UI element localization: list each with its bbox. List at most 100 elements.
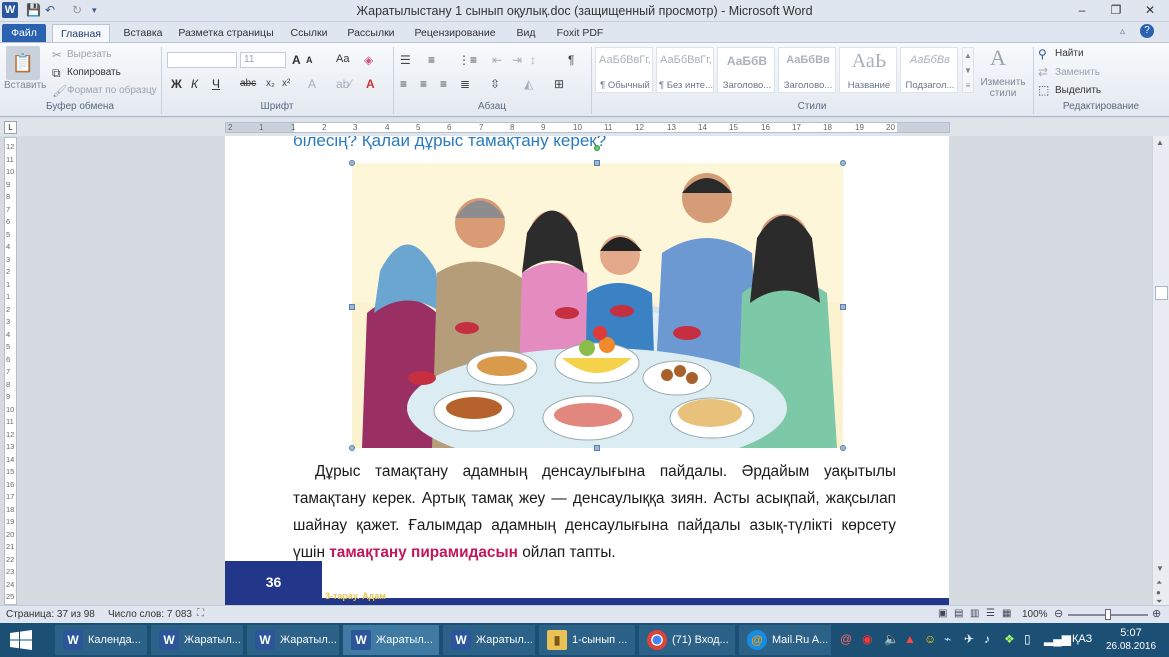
italic-button[interactable]: К [191,77,198,91]
resize-handle[interactable] [594,445,600,451]
clock-date[interactable]: 26.08.2016 [1102,641,1160,652]
tab-page-layout[interactable]: Разметка страницы [176,24,276,42]
rotate-handle[interactable] [594,145,600,151]
bold-button[interactable]: Ж [171,77,182,91]
outline-icon[interactable]: ☰ [986,608,995,619]
style-title[interactable]: АаЬ Название [839,47,897,93]
resize-handle[interactable] [840,304,846,310]
format-painter-button[interactable]: Формат по образцу [67,85,157,96]
tray-icon[interactable]: ❖ [1004,632,1015,646]
font-color-icon[interactable]: A [366,76,375,92]
browse-object-icon[interactable]: ● [1156,588,1161,597]
multilevel-list-icon[interactable]: ⋮≡ [458,52,477,68]
scroll-down-icon[interactable]: ▼ [1156,564,1164,573]
volume-tray-icon[interactable]: 🔈 [884,632,899,646]
tab-foxit-pdf[interactable]: Foxit PDF [548,24,612,42]
align-right-icon[interactable]: ≡ [440,76,447,92]
horizontal-ruler[interactable]: 2 1 1 2 3 4 5 6 7 8 9 10 11 12 13 14 15 16 17 18 19 20 [225,122,950,133]
align-center-icon[interactable]: ≡ [420,76,427,92]
resize-handle[interactable] [840,445,846,451]
taskbar-item-folder[interactable]: ▮ 1-сынып ... [539,625,635,655]
show-marks-icon[interactable]: ¶ [568,52,574,68]
tab-selector-icon[interactable]: L [4,121,17,134]
copy-button[interactable]: Копировать [67,67,121,78]
help-icon[interactable]: ? [1140,24,1154,38]
paste-button[interactable]: Вставить [4,80,46,91]
print-layout-icon[interactable]: ▣ [938,608,947,619]
shrink-font-button[interactable]: A [306,55,313,65]
scroll-up-icon[interactable]: ▲ [1156,138,1164,147]
clear-formatting-icon[interactable]: ◈ [364,52,373,68]
tab-references[interactable]: Ссылки [282,24,336,42]
windows-start-icon[interactable] [10,630,32,650]
increase-indent-icon[interactable]: ⇥ [512,52,522,68]
zoom-in-icon[interactable]: ⊕ [1152,607,1161,620]
resize-handle[interactable] [349,445,355,451]
ribbon-minimize-icon[interactable]: ▵ [1120,26,1125,37]
tab-insert[interactable]: Вставка [114,24,172,42]
minimize-button[interactable]: ‒ [1068,0,1096,20]
style-no-spacing[interactable]: АаБбВвГг, ¶ Без инте... [656,47,714,93]
document-page[interactable]: білесің? Қалай дұрыс тамақтану керек? Дұ… [225,136,949,606]
warning-tray-icon[interactable]: ▲ [904,632,916,646]
clock-time[interactable]: 5:07 [1106,627,1156,639]
change-case-button[interactable]: Aa [336,53,349,65]
web-layout-icon[interactable]: ▥ [970,608,979,619]
tab-view[interactable]: Вид [510,24,542,42]
replace-button[interactable]: Заменить [1055,67,1100,78]
style-heading-2[interactable]: АаБбВв Заголово... [778,47,836,93]
taskbar-item-word-doc-active[interactable]: W Жаратыл... [343,625,439,655]
tab-review[interactable]: Рецензирование [406,24,504,42]
style-subtitle[interactable]: АаБбВв Подзагол... [900,47,958,93]
sort-icon[interactable]: ↕ [530,52,536,68]
battery-tray-icon[interactable]: ▯ [1024,632,1031,646]
restore-button[interactable]: ❐ [1102,0,1130,20]
style-normal[interactable]: АаБбВвГг, ¶ Обычный [595,47,653,93]
strikethrough-button[interactable]: abc [240,78,256,89]
taskbar-item-word-doc-2[interactable]: W Жаратыл... [247,625,339,655]
zoom-slider-thumb[interactable] [1105,609,1111,620]
select-button[interactable]: Выделить [1055,85,1101,96]
smiley-tray-icon[interactable]: ☺ [924,632,936,646]
proofing-icon[interactable]: ⛶ [197,608,204,619]
highlight-color-icon[interactable]: ab⁄ [336,76,351,92]
decrease-indent-icon[interactable]: ⇤ [492,52,502,68]
previous-page-icon[interactable]: ⏶ [1156,578,1162,588]
close-button[interactable]: ✕ [1136,0,1164,20]
text-effects-icon[interactable]: A [308,76,316,92]
bullets-icon[interactable]: ☰ [400,52,411,68]
align-left-icon[interactable]: ≡ [400,76,407,92]
vertical-scrollbar[interactable]: ▲ ▼ ⏶ ● ⏷ [1152,136,1169,606]
borders-icon[interactable]: ⊞ [554,76,564,92]
grow-font-button[interactable]: A [292,53,301,67]
font-name-select[interactable] [167,52,237,68]
network-tray-icon[interactable]: ⌁ [944,632,951,646]
styles-scroll-icon[interactable]: ▲ ▼ ≡ [962,47,974,93]
style-heading-1[interactable]: АаБбВ Заголово... [717,47,775,93]
word-count[interactable]: Число слов: 7 083 [108,609,192,620]
page-count[interactable]: Страница: 37 из 98 [6,609,95,620]
tab-file[interactable]: Файл [2,24,46,42]
signal-tray-icon[interactable]: ▂▄▆ [1044,632,1071,646]
resize-handle[interactable] [594,160,600,166]
line-spacing-icon[interactable]: ⇳ [490,76,500,92]
justify-icon[interactable]: ≣ [460,76,470,92]
taskbar-item-word-calendar[interactable]: W Календа... [55,625,147,655]
find-button[interactable]: Найти [1055,48,1084,59]
language-indicator[interactable]: ҚАЗ [1072,633,1092,645]
family-dinner-illustration[interactable] [349,145,846,493]
full-screen-reading-icon[interactable]: ▤ [954,608,963,619]
tray-icon[interactable]: ✈ [964,632,974,646]
cut-button[interactable]: Вырезать [67,49,111,60]
superscript-icon[interactable]: x² [282,76,290,92]
tab-mailings[interactable]: Рассылки [342,24,400,42]
font-size-select[interactable]: 11 [240,52,286,68]
audio-tray-icon[interactable]: ♪ [984,632,990,646]
vertical-ruler[interactable]: 12 11 10 9 8 7 6 5 4 3 2 1 1 2 3 4 5 6 7 8 9 10 11 12 13 14 15 16 17… [4,137,17,605]
shading-icon[interactable]: ◭ [524,76,533,92]
taskbar-item-word-doc-4[interactable]: W Жаратыл... [443,625,535,655]
underline-button[interactable]: Ч [212,77,220,91]
scroll-thumb[interactable] [1155,286,1168,300]
record-tray-icon[interactable]: ◉ [862,632,872,646]
mail-agent-tray-icon[interactable]: @ [840,632,852,646]
